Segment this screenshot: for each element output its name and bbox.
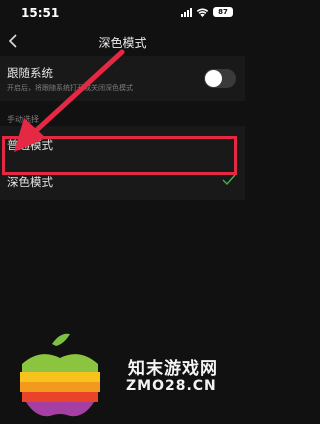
- option-label: 深色模式: [7, 175, 53, 189]
- page-title: 深色模式: [98, 36, 147, 50]
- follow-system-title: 跟随系统: [7, 66, 53, 80]
- watermark-domain: ZMO28.CN: [126, 378, 217, 394]
- toggle-knob: [205, 70, 222, 87]
- watermark-site-name: 知末游戏网: [128, 359, 218, 379]
- status-time: 15:51: [21, 6, 60, 20]
- follow-system-description: 开启后，将跟随系统打开或关闭深色模式: [7, 84, 133, 92]
- status-bar: 15:51 87: [0, 0, 245, 26]
- manual-section-label: 手动选择: [7, 115, 39, 124]
- highlight-box: [2, 136, 237, 175]
- fruit-logo-icon: [20, 333, 100, 417]
- checkmark-icon: [222, 174, 236, 186]
- follow-system-toggle[interactable]: [204, 69, 236, 88]
- nav-bar: 深色模式: [0, 26, 245, 56]
- battery-indicator: 87: [213, 7, 233, 17]
- wifi-icon: [196, 8, 209, 17]
- watermark: 知末游戏网 ZMO28.CN: [0, 320, 245, 424]
- signal-icon: [181, 7, 192, 17]
- status-icons: 87: [181, 7, 233, 17]
